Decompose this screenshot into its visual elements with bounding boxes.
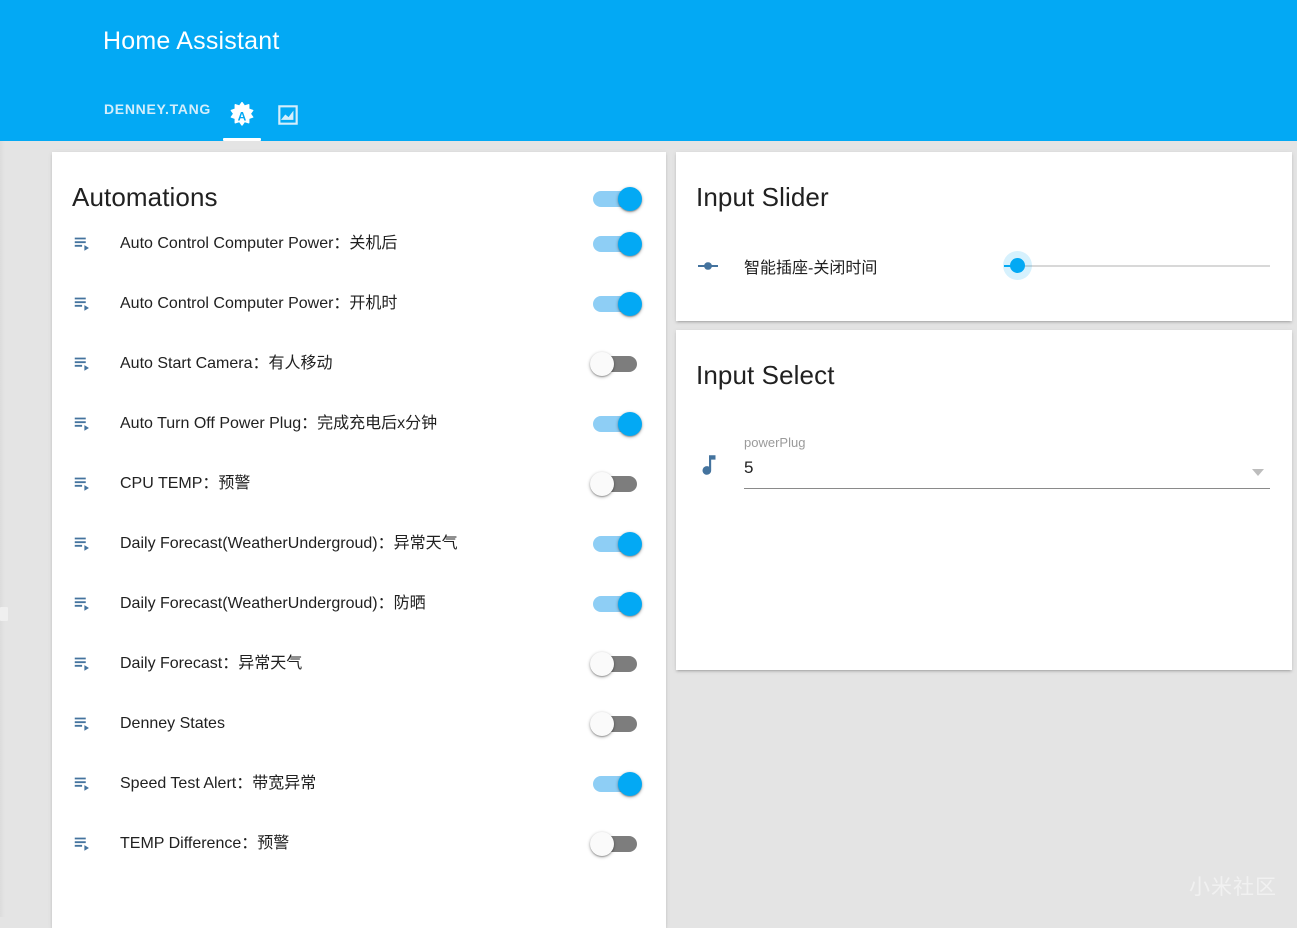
input-slider-row: 智能插座-关闭时间 [676,236,1292,296]
toggle-knob [618,412,642,436]
playlist-play-icon [72,713,112,735]
playlist-play-icon [72,353,112,375]
automation-row-label: CPU TEMP：预警 [120,475,251,492]
toggle-knob [590,472,614,496]
automation-row-label: Auto Control Computer Power：关机后 [120,235,398,252]
card-automations: Automations Auto Control Computer Power：… [52,152,666,928]
automation-row-toggle[interactable] [590,710,644,738]
toggle-knob [618,772,642,796]
input-slider-control[interactable] [1004,252,1270,280]
ray-vertex-icon [696,254,736,278]
input-slider-label: 智能插座-关闭时间 [744,260,878,277]
table-row[interactable]: Daily Forecast(WeatherUndergroud)：异常天气 [52,514,666,574]
table-row[interactable]: Auto Turn Off Power Plug：完成充电后x分钟 [52,394,666,454]
table-row[interactable]: Auto Control Computer Power：开机时 [52,274,666,334]
automation-row-toggle[interactable] [590,830,644,858]
automation-row-label: Speed Test Alert：带宽异常 [120,775,317,792]
automation-row-toggle[interactable] [590,230,644,258]
automation-row-toggle[interactable] [590,410,644,438]
select-selected-value: 5 [744,458,754,477]
toggle-knob [618,232,642,256]
toggle-knob [590,832,614,856]
automations-master-toggle[interactable] [590,185,644,213]
automation-row-label: Daily Forecast(WeatherUndergroud)：防晒 [120,595,426,612]
tab-bar: DENNEY.TANG A [96,86,311,141]
svg-text:A: A [238,109,247,123]
chart-line-icon [273,100,303,130]
table-row[interactable]: Daily Forecast(WeatherUndergroud)：防晒 [52,574,666,634]
automation-row-label: Denney States [120,715,225,732]
playlist-play-icon [72,413,112,435]
playlist-play-icon [72,293,112,315]
toggle-knob [618,532,642,556]
automation-row-label: TEMP Difference：预警 [120,835,290,852]
automation-row-toggle[interactable] [590,650,644,678]
slider-track [1004,265,1270,267]
table-row[interactable]: Denney States [52,694,666,754]
automation-row-label: Daily Forecast：异常天气 [120,655,303,672]
automations-card-title: Automations [72,182,218,212]
automation-row-toggle[interactable] [590,590,644,618]
app-bar: Home Assistant DENNEY.TANG A [0,0,1297,141]
select-field-label: powerPlug [744,435,806,450]
automation-row-toggle[interactable] [590,470,644,498]
toggle-knob [590,712,614,736]
table-row[interactable]: Speed Test Alert：带宽异常 [52,754,666,814]
automation-row-toggle[interactable] [590,530,644,558]
page-title: Home Assistant [103,27,280,55]
tab-denney-tang[interactable]: DENNEY.TANG [96,86,219,141]
tab-denney-tang-label: DENNEY.TANG [104,101,212,117]
automations-card-header: Automations [52,152,666,214]
playlist-play-icon [72,653,112,675]
card-input-select: Input Select powerPlug 5 [676,330,1292,670]
table-row[interactable]: Auto Start Camera：有人移动 [52,334,666,394]
brightness-auto-icon: A [227,100,257,130]
automation-row-toggle[interactable] [590,290,644,318]
chevron-down-icon[interactable] [1252,469,1264,476]
music-note-icon [696,434,736,478]
automation-row-label: Daily Forecast(WeatherUndergroud)：异常天气 [120,535,458,552]
toggle-knob [590,352,614,376]
automation-row-label: Auto Turn Off Power Plug：完成充电后x分钟 [120,415,438,432]
playlist-play-icon [72,233,112,255]
automation-row-toggle[interactable] [590,770,644,798]
toggle-knob [618,592,642,616]
playlist-play-icon [72,533,112,555]
card-input-slider: Input Slider 智能插座-关闭时间 [676,152,1292,321]
automation-row-list: Auto Control Computer Power：关机后 Auto Cont… [52,214,666,874]
tab-history[interactable] [265,86,311,141]
table-row[interactable]: Auto Control Computer Power：关机后 [52,214,666,274]
toggle-knob [618,292,642,316]
automation-row-toggle[interactable] [590,350,644,378]
table-row[interactable]: Daily Forecast：异常天气 [52,634,666,694]
input-slider-card-title: Input Slider [696,182,829,212]
playlist-play-icon [72,473,112,495]
power-plug-select[interactable]: powerPlug 5 [744,434,1270,489]
automation-row-label: Auto Control Computer Power：开机时 [120,295,398,312]
table-row[interactable]: TEMP Difference：预警 [52,814,666,874]
tab-automations[interactable]: A [219,86,265,141]
main-content: Automations Auto Control Computer Power：… [0,141,1297,928]
table-row[interactable]: CPU TEMP：预警 [52,454,666,514]
toggle-knob [618,187,642,211]
input-select-card-title: Input Select [696,360,835,390]
playlist-play-icon [72,833,112,855]
slider-knob[interactable] [1009,258,1025,273]
automation-row-label: Auto Start Camera：有人移动 [120,355,333,372]
playlist-play-icon [72,773,112,795]
playlist-play-icon [72,593,112,615]
input-select-row: powerPlug 5 [676,434,1292,489]
toggle-knob [590,652,614,676]
watermark: 小米社区 [1189,876,1277,899]
